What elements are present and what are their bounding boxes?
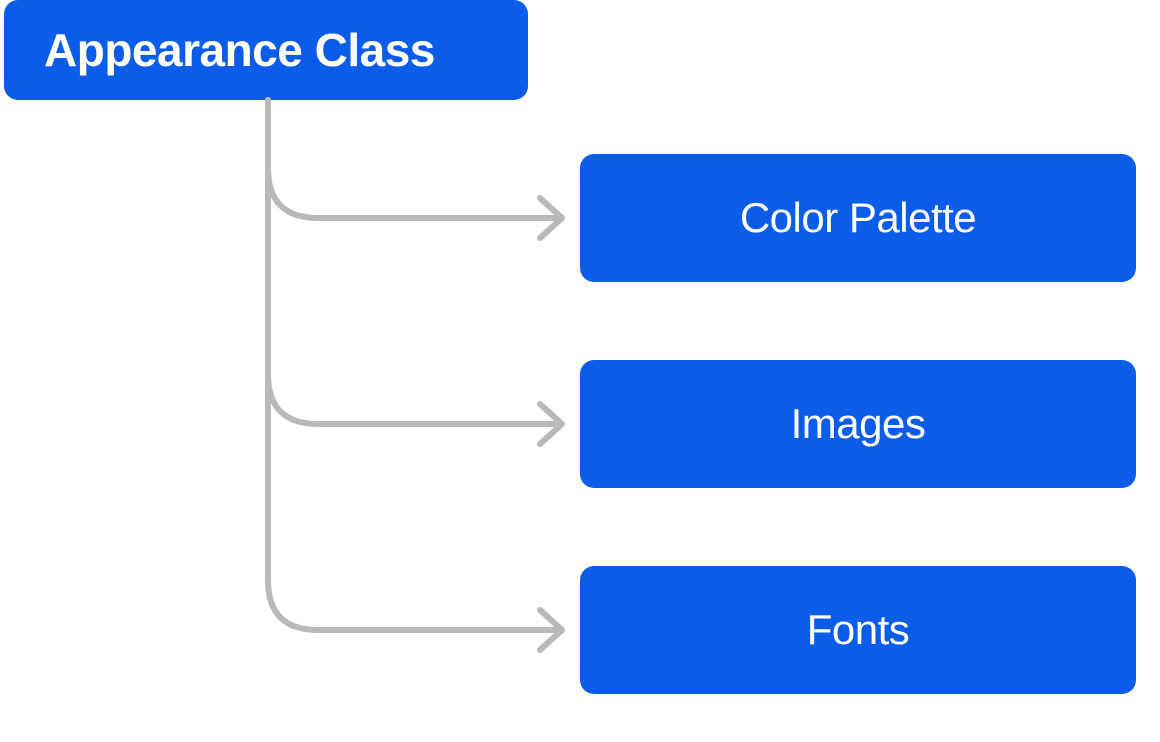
child-node-fonts: Fonts bbox=[580, 566, 1136, 694]
root-node-appearance-class: Appearance Class bbox=[4, 0, 528, 100]
child-node-label: Color Palette bbox=[740, 194, 976, 242]
connector-arrows bbox=[264, 100, 580, 680]
connector-line-3 bbox=[268, 100, 560, 630]
child-node-color-palette: Color Palette bbox=[580, 154, 1136, 282]
connector-line-1 bbox=[268, 100, 560, 218]
child-node-label: Fonts bbox=[807, 606, 910, 654]
root-node-label: Appearance Class bbox=[44, 23, 435, 77]
child-node-label: Images bbox=[791, 400, 926, 448]
connector-line-2 bbox=[268, 100, 560, 424]
child-node-images: Images bbox=[580, 360, 1136, 488]
